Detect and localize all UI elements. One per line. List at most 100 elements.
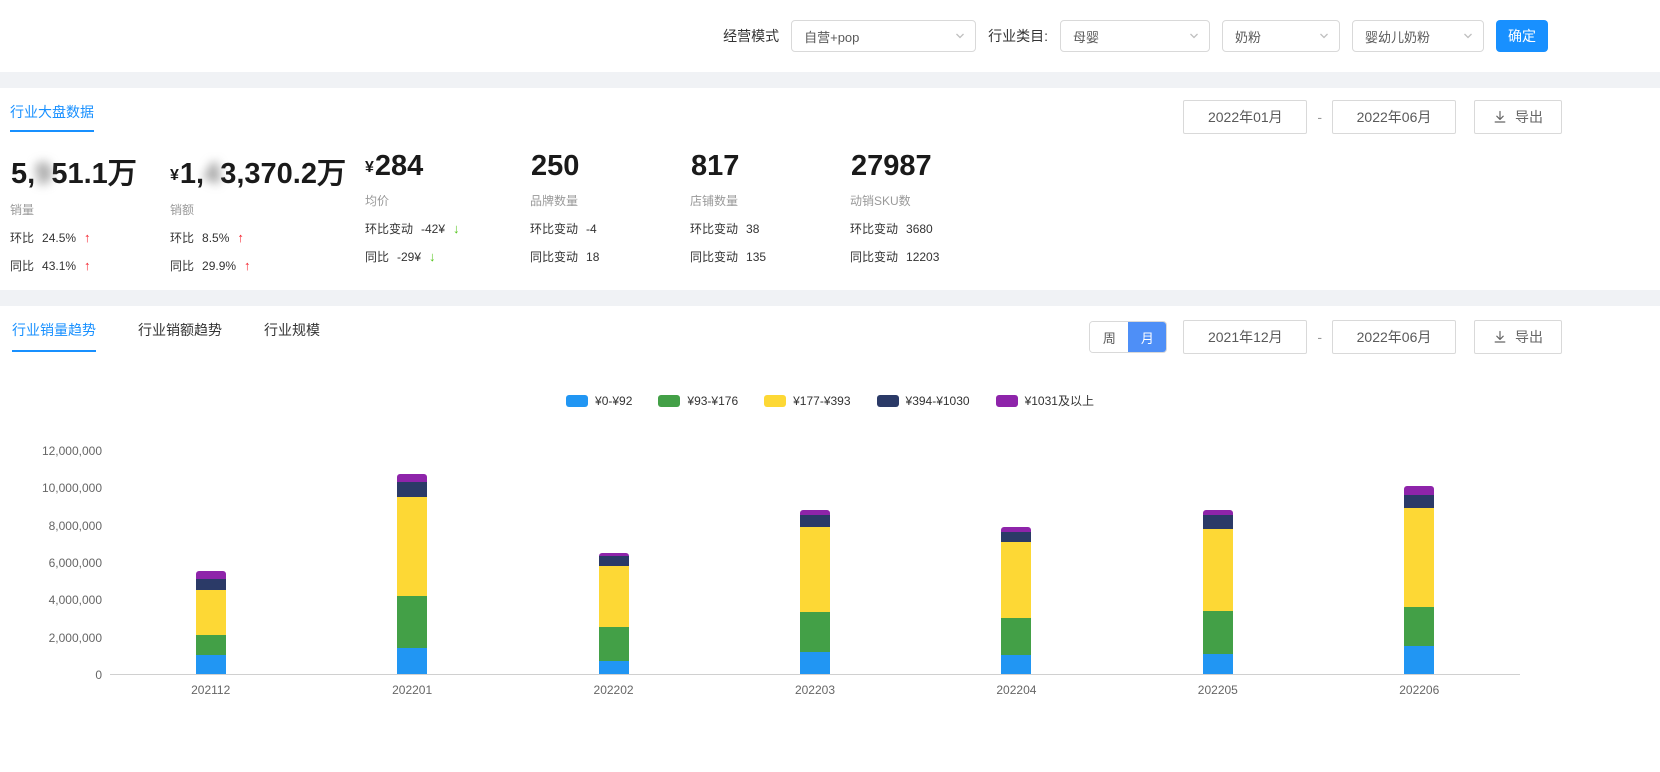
bar-202202 — [599, 553, 629, 674]
bar-segment — [1203, 529, 1233, 611]
bar-segment — [196, 579, 226, 590]
stat-metric-yoy: 同比变动18 — [530, 248, 690, 265]
subcategory-select[interactable]: 奶粉 — [1222, 20, 1340, 52]
legend-item[interactable]: ¥0-¥92 — [566, 392, 632, 409]
kpi-row: 5,951.1万 销量 环比24.5%↑ 同比43.1%↑ ¥1,43,370.… — [10, 150, 1562, 274]
stat-label: 销量 — [10, 201, 170, 218]
trend-start-date-picker[interactable]: 2021年12月 — [1183, 320, 1307, 354]
masked-digits: 4 — [204, 158, 220, 190]
legend-swatch — [658, 395, 680, 407]
y-tick-label: 10,000,000 — [42, 481, 102, 495]
stat-value: 250 — [530, 150, 690, 183]
stat-value: ¥284 — [365, 150, 530, 183]
bar-slot — [714, 451, 915, 674]
x-tick-label: 202206 — [1319, 683, 1520, 697]
stat-metric-mom: 环比24.5%↑ — [10, 229, 170, 246]
bar-202203 — [800, 510, 830, 674]
legend-label: ¥394-¥1030 — [906, 394, 970, 408]
category-label: 行业类目: — [988, 26, 1048, 46]
tab-industry-scale[interactable]: 行业规模 — [264, 320, 320, 352]
stat-value: 27987 — [850, 150, 1070, 183]
stat-sales-amount: ¥1,43,370.2万 销额 环比8.5%↑ 同比29.9%↑ — [170, 150, 365, 274]
trend-end-date-picker[interactable]: 2022年06月 — [1332, 320, 1456, 354]
x-tick-label: 202203 — [714, 683, 915, 697]
bar-slot — [1117, 451, 1318, 674]
trend-export-button[interactable]: 导出 — [1474, 320, 1562, 354]
stat-label: 均价 — [365, 192, 530, 209]
y-tick-label: 8,000,000 — [49, 519, 102, 533]
y-tick-label: 12,000,000 — [42, 444, 102, 458]
stat-metric-yoy: 同比43.1%↑ — [10, 257, 170, 274]
bar-segment — [599, 627, 629, 661]
trend-arrow: ↓ — [453, 221, 460, 236]
x-tick-label: 202201 — [311, 683, 512, 697]
stat-brand-count: 250 品牌数量 环比变动-4 同比变动18 — [530, 150, 690, 274]
y-tick-label: 6,000,000 — [49, 556, 102, 570]
bar-segment — [1203, 515, 1233, 528]
legend-label: ¥0-¥92 — [595, 394, 632, 408]
bar-segment — [800, 652, 830, 674]
stat-label: 店铺数量 — [690, 192, 850, 209]
stacked-bar-chart: 12,000,00010,000,0008,000,0006,000,0004,… — [0, 451, 1660, 697]
stat-value: 5,951.1万 — [10, 150, 170, 192]
bar-segment — [1404, 607, 1434, 646]
bar-segment — [1001, 618, 1031, 655]
tab-sales-amount-trend[interactable]: 行业销额趋势 — [138, 320, 222, 352]
bar-slot — [311, 451, 512, 674]
chevron-down-icon — [955, 31, 965, 41]
legend-item[interactable]: ¥394-¥1030 — [877, 392, 970, 409]
period-month-button[interactable]: 月 — [1128, 322, 1166, 352]
stat-metric-yoy: 同比变动12203 — [850, 248, 1070, 265]
overview-section: 行业大盘数据 2022年01月 - 2022年06月 导出 5,951.1万 销… — [0, 88, 1660, 290]
chart-plot — [110, 451, 1520, 675]
trend-arrow: ↓ — [429, 249, 436, 264]
period-week-button[interactable]: 周 — [1090, 322, 1128, 352]
stat-metric-mom: 环比变动38 — [690, 220, 850, 237]
business-mode-value: 自营+pop — [804, 27, 859, 46]
legend-item[interactable]: ¥93-¥176 — [658, 392, 738, 409]
stat-metric-mom: 环比变动-4 — [530, 220, 690, 237]
x-tick-label: 202204 — [916, 683, 1117, 697]
bar-202205 — [1203, 510, 1233, 674]
bar-202206 — [1404, 486, 1434, 674]
x-tick-label: 202112 — [110, 683, 311, 697]
stat-shop-count: 817 店铺数量 环比变动38 同比变动135 — [690, 150, 850, 274]
export-label: 导出 — [1515, 107, 1543, 127]
confirm-button[interactable]: 确定 — [1496, 20, 1548, 52]
stat-label: 动销SKU数 — [850, 192, 1070, 209]
bar-segment — [800, 527, 830, 613]
legend-label: ¥93-¥176 — [687, 394, 738, 408]
bar-segment — [397, 482, 427, 497]
bar-segment — [1404, 495, 1434, 508]
business-mode-select[interactable]: 自营+pop — [791, 20, 976, 52]
category-select[interactable]: 母婴 — [1060, 20, 1210, 52]
bar-segment — [599, 661, 629, 674]
legend-label: ¥1031及以上 — [1025, 392, 1094, 409]
stat-value: 817 — [690, 150, 850, 183]
leaf-category-value: 婴幼儿奶粉 — [1365, 27, 1430, 46]
filter-bar: 经营模式 自营+pop 行业类目: 母婴 奶粉 婴幼儿奶粉 确定 — [0, 0, 1660, 72]
bar-segment — [599, 556, 629, 565]
stat-metric-yoy: 同比变动135 — [690, 248, 850, 265]
y-tick-label: 0 — [95, 668, 102, 682]
business-mode-label: 经营模式 — [723, 26, 779, 46]
download-icon — [1493, 330, 1507, 344]
stat-sales-volume: 5,951.1万 销量 环比24.5%↑ 同比43.1%↑ — [10, 150, 170, 274]
trend-arrow: ↑ — [84, 258, 91, 273]
overview-title-tab[interactable]: 行业大盘数据 — [10, 102, 94, 132]
stat-active-sku-count: 27987 动销SKU数 环比变动3680 同比变动12203 — [850, 150, 1070, 274]
subcategory-value: 奶粉 — [1235, 27, 1261, 46]
stat-metric-mom: 环比8.5%↑ — [170, 229, 365, 246]
category-value: 母婴 — [1073, 27, 1099, 46]
leaf-category-select[interactable]: 婴幼儿奶粉 — [1352, 20, 1484, 52]
legend-item[interactable]: ¥1031及以上 — [996, 392, 1094, 409]
bar-202204 — [1001, 527, 1031, 674]
overview-end-date-picker[interactable]: 2022年06月 — [1332, 100, 1456, 134]
overview-start-date-picker[interactable]: 2022年01月 — [1183, 100, 1307, 134]
stat-metric-yoy: 同比-29¥↓ — [365, 248, 530, 265]
bar-slot — [916, 451, 1117, 674]
overview-export-button[interactable]: 导出 — [1474, 100, 1562, 134]
tab-sales-volume-trend[interactable]: 行业销量趋势 — [12, 320, 96, 352]
y-tick-label: 2,000,000 — [49, 631, 102, 645]
legend-item[interactable]: ¥177-¥393 — [764, 392, 850, 409]
